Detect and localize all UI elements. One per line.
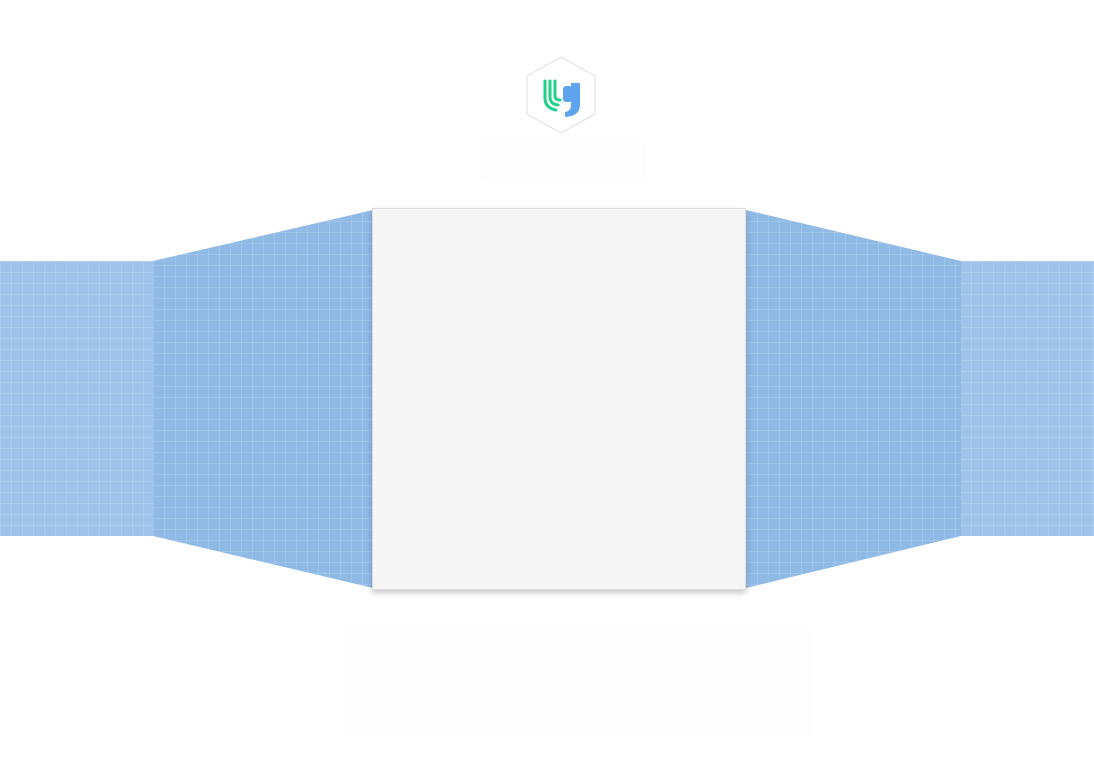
- ribbon-left-wing: [153, 210, 373, 588]
- ribbon-right-wing: [746, 210, 961, 588]
- description-placeholder: [344, 628, 814, 738]
- page-stage: [0, 0, 1094, 777]
- ribbon-left-tail: [0, 261, 154, 536]
- title-placeholder: [480, 142, 646, 182]
- ribbon-right-tail: [960, 261, 1094, 536]
- y-brand-logo-icon: [526, 56, 596, 134]
- main-content-card: [372, 208, 746, 590]
- brand-logo: [525, 56, 597, 134]
